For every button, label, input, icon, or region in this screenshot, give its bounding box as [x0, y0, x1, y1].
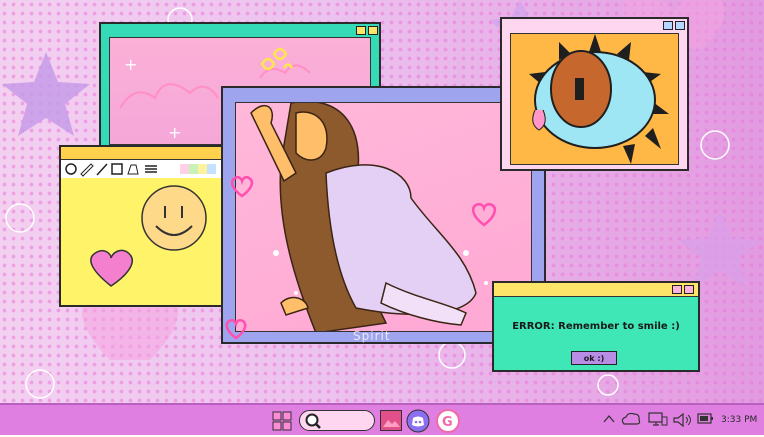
- close-button[interactable]: [675, 21, 685, 30]
- cloud-icon[interactable]: [620, 412, 642, 429]
- minimize-button[interactable]: [663, 21, 673, 30]
- line-tool-icon: [96, 163, 108, 176]
- color-swatch: [207, 164, 216, 174]
- svg-text:G: G: [442, 415, 453, 430]
- heart-outline-decor: [471, 202, 497, 227]
- battery-icon[interactable]: [697, 412, 715, 429]
- eye-window[interactable]: [500, 17, 689, 171]
- color-swatch: [180, 164, 189, 174]
- star-decor: [2, 52, 90, 136]
- lasso-tool-icon: [65, 163, 77, 175]
- sparkle-decor: [260, 47, 294, 71]
- desktop: + + Spirit ERROR: Remember to smile:) o…: [0, 0, 764, 403]
- paint-canvas[interactable]: [61, 178, 222, 305]
- search-icon: [305, 413, 321, 429]
- photo-app-icon[interactable]: [380, 410, 402, 431]
- close-button[interactable]: [368, 26, 378, 35]
- watermark: Spirit: [353, 329, 391, 343]
- minimize-button[interactable]: [672, 285, 682, 294]
- paint-window[interactable]: [59, 145, 224, 307]
- star-decor: [678, 210, 762, 288]
- windows-icon[interactable]: [272, 411, 292, 435]
- clock[interactable]: 3:33 PM: [721, 415, 757, 425]
- minimize-button[interactable]: [356, 26, 366, 35]
- heart-outline-decor: [230, 175, 254, 198]
- bubble-decor: [5, 203, 35, 233]
- taskbar: G 3:33 PM: [0, 403, 764, 435]
- bubble-decor: [438, 341, 466, 369]
- volume-icon[interactable]: [673, 412, 693, 431]
- paint-toolbar: [61, 159, 222, 179]
- bubble-decor: [700, 130, 730, 160]
- g-app-icon[interactable]: G: [436, 409, 460, 437]
- bubble-decor: [25, 369, 55, 399]
- rectangle-tool-icon: [111, 163, 123, 175]
- error-dialog[interactable]: ERROR: Remember to smile :) ok :): [492, 281, 700, 372]
- color-swatch: [198, 164, 207, 174]
- eye-art: [529, 34, 669, 164]
- pencil-tool-icon: [80, 163, 94, 177]
- error-message: ERROR: Remember to smile :): [512, 321, 680, 332]
- search-input[interactable]: [299, 410, 375, 431]
- svg-text:+: +: [168, 123, 181, 142]
- discord-icon[interactable]: [406, 409, 430, 437]
- fill-tool-icon: [127, 164, 139, 175]
- chevron-up-icon[interactable]: [603, 412, 615, 429]
- menu-icon: [145, 165, 157, 173]
- monitor-icon[interactable]: [648, 412, 668, 431]
- heart-outline-decor: [225, 318, 247, 340]
- bubble-decor: [597, 374, 619, 396]
- ok-button[interactable]: ok :): [571, 351, 617, 365]
- dialog-titlebar: [494, 283, 698, 297]
- heart-drawing: [90, 249, 133, 287]
- smiley-drawing: [141, 185, 207, 251]
- color-swatch: [189, 164, 198, 174]
- svg-text:+: +: [124, 55, 137, 74]
- close-button[interactable]: [684, 285, 694, 294]
- eye-canvas: [510, 33, 679, 165]
